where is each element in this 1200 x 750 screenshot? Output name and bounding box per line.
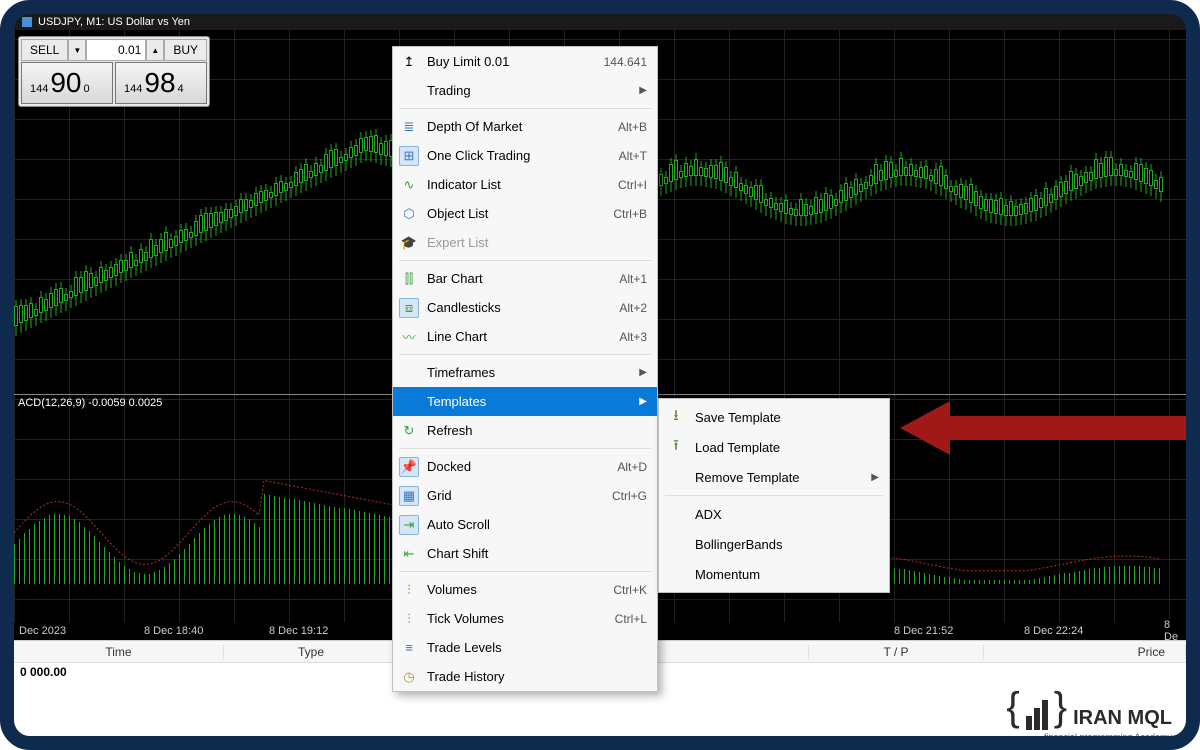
menu-item[interactable]: Templates▶	[393, 387, 657, 416]
menu-item[interactable]: ⬡Object ListCtrl+B	[393, 199, 657, 228]
menu-item[interactable]: Trading▶	[393, 76, 657, 105]
menu-item: 🎓Expert List	[393, 228, 657, 257]
annotation-arrow	[900, 398, 1200, 458]
menu-item[interactable]: ⫶VolumesCtrl+K	[393, 575, 657, 604]
menu-item[interactable]: ↥Buy Limit 0.01144.641	[393, 47, 657, 76]
watermark-logo: { } IRAN MQL	[1006, 685, 1172, 730]
submenu-item[interactable]: ⭱Load Template	[659, 432, 889, 462]
menu-item[interactable]: ◷Trade History	[393, 662, 657, 691]
menu-item[interactable]: ∿Indicator ListCtrl+I	[393, 170, 657, 199]
templates-submenu[interactable]: ⭳Save Template⭱Load TemplateRemove Templ…	[658, 398, 890, 593]
submenu-item[interactable]: ⭳Save Template	[659, 402, 889, 432]
menu-item[interactable]: ⧈CandlesticksAlt+2	[393, 293, 657, 322]
submenu-item[interactable]: BollingerBands	[659, 529, 889, 559]
menu-item[interactable]: ≡Trade Levels	[393, 633, 657, 662]
menu-item[interactable]: ⇥Auto Scroll	[393, 510, 657, 539]
window-title-bar: USDJPY, M1: US Dollar vs Yen	[14, 14, 1186, 30]
col-type[interactable]: Type	[224, 645, 399, 659]
menu-item[interactable]: ≣Depth Of MarketAlt+B	[393, 112, 657, 141]
submenu-item[interactable]: Momentum	[659, 559, 889, 589]
col-time[interactable]: Time	[14, 645, 224, 659]
menu-item[interactable]: Timeframes▶	[393, 358, 657, 387]
menu-item[interactable]: ⇤Chart Shift	[393, 539, 657, 568]
menu-item[interactable]: ⊞One Click TradingAlt+T	[393, 141, 657, 170]
menu-item[interactable]: ↻Refresh	[393, 416, 657, 445]
watermark-subtitle: financial programming Academy	[1044, 732, 1172, 742]
menu-item[interactable]: ⫿⫿Bar ChartAlt+1	[393, 264, 657, 293]
chart-context-menu[interactable]: ↥Buy Limit 0.01144.641Trading▶ ≣Depth Of …	[392, 46, 658, 692]
submenu-item[interactable]: Remove Template▶	[659, 462, 889, 492]
window-title: USDJPY, M1: US Dollar vs Yen	[38, 16, 190, 28]
col-tp[interactable]: T / P	[809, 645, 984, 659]
submenu-item[interactable]: ADX	[659, 499, 889, 529]
menu-item[interactable]: ▦GridCtrl+G	[393, 481, 657, 510]
menu-item[interactable]: 〰Line ChartAlt+3	[393, 322, 657, 351]
menu-item[interactable]: 📌DockedAlt+D	[393, 452, 657, 481]
col-price[interactable]: Price	[984, 645, 1186, 659]
menu-item[interactable]: ⫶Tick VolumesCtrl+L	[393, 604, 657, 633]
window-icon	[22, 17, 32, 27]
